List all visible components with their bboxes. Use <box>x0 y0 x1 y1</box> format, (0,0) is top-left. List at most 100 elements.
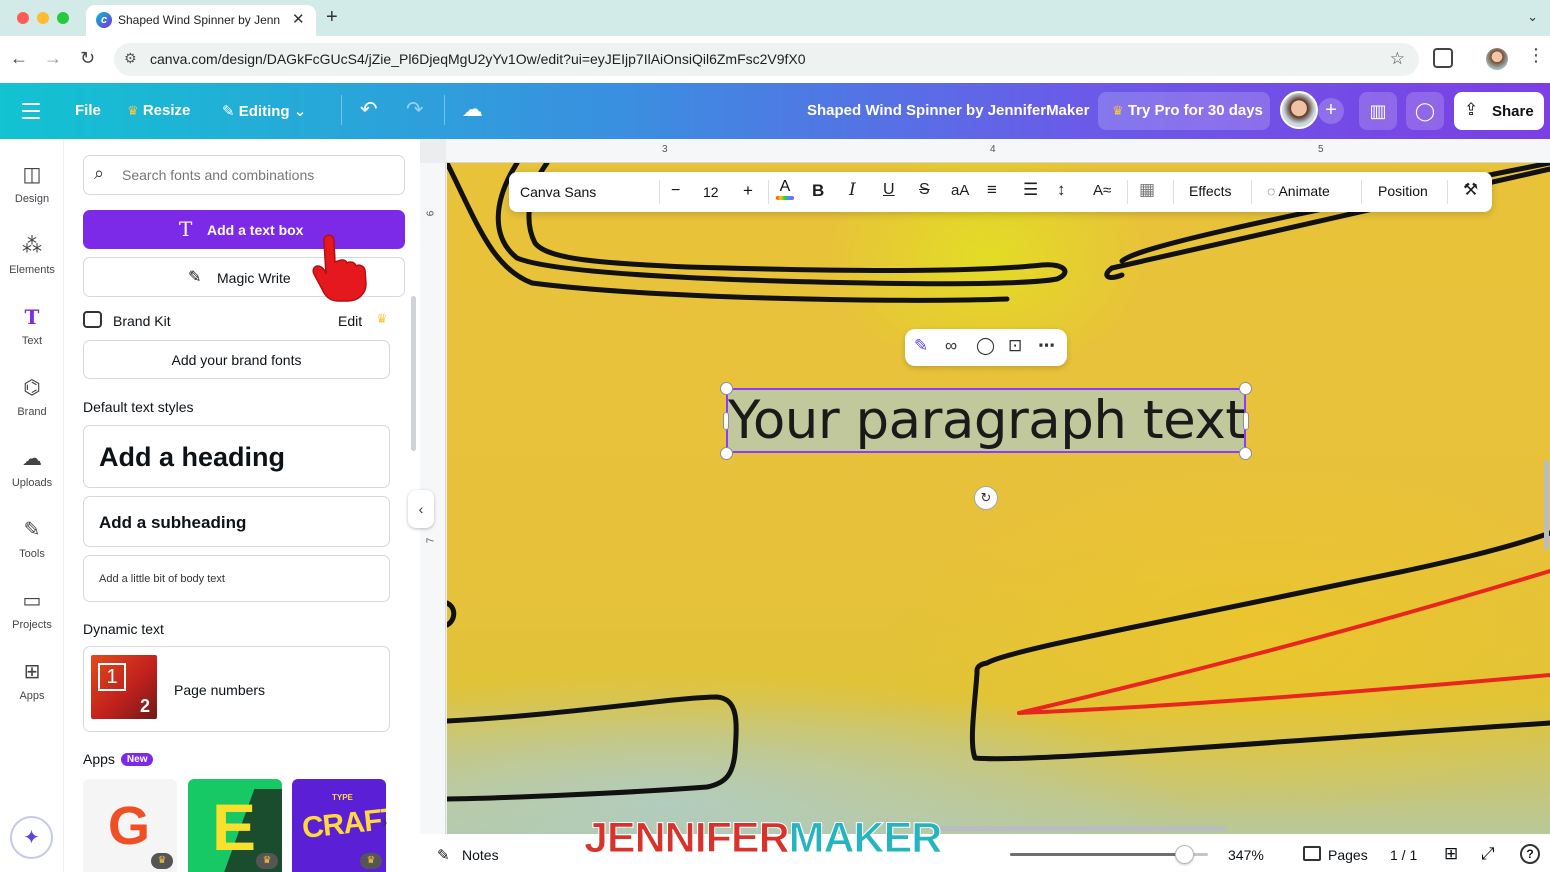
rotate-handle-icon[interactable]: ↻ <box>974 486 998 510</box>
add-body-text-button[interactable]: Add a little bit of body text <box>83 555 390 602</box>
resize-handle-left[interactable] <box>723 412 729 430</box>
browser-menu-icon[interactable]: ⋮ <box>1527 45 1545 66</box>
user-avatar[interactable] <box>1280 91 1318 129</box>
effects-button[interactable]: Effects <box>1189 183 1232 199</box>
reload-icon[interactable]: ↻ <box>80 48 95 69</box>
brand-kit-edit-link[interactable]: Edit <box>338 313 362 329</box>
selected-text-box[interactable]: Your paragraph text <box>726 388 1246 453</box>
decrease-size-icon[interactable]: − <box>671 182 680 200</box>
design-page[interactable] <box>447 163 1550 834</box>
help-icon[interactable]: ? <box>1520 844 1540 864</box>
main-menu-icon[interactable] <box>22 103 40 124</box>
browser-tab[interactable]: c Shaped Wind Spinner by Jenn ✕ <box>86 5 316 36</box>
bulleted-list-icon[interactable]: ☰ <box>1023 180 1038 200</box>
cloud-upload-icon: ☁ <box>22 448 42 470</box>
document-title[interactable]: Shaped Wind Spinner by JenniferMaker <box>807 102 1089 119</box>
back-arrow-icon[interactable]: ← <box>10 48 28 69</box>
notes-icon[interactable]: ✎ <box>437 846 450 864</box>
paragraph-text[interactable]: Your paragraph text <box>728 390 1244 451</box>
font-family-dropdown[interactable]: Canva Sans <box>511 176 653 208</box>
resize-handle-top-left[interactable] <box>720 382 733 395</box>
notes-button[interactable]: Notes <box>462 847 499 863</box>
add-subheading-button[interactable]: Add a subheading <box>83 496 390 547</box>
add-heading-button[interactable]: Add a heading <box>83 425 390 488</box>
invite-plus-button[interactable]: + <box>1318 98 1344 124</box>
insights-chart-button[interactable]: ▥ <box>1359 92 1397 130</box>
transparency-icon[interactable]: ▦ <box>1139 180 1155 200</box>
tab-close-icon[interactable]: ✕ <box>292 10 305 28</box>
extensions-icon[interactable] <box>1433 48 1453 68</box>
undo-icon[interactable]: ↶ <box>360 97 378 122</box>
fullscreen-icon[interactable]: ⤢ <box>1481 844 1495 864</box>
resize-handle-right[interactable] <box>1243 412 1249 430</box>
increase-size-icon[interactable]: + <box>743 181 753 201</box>
text-color-button[interactable]: A <box>776 178 794 200</box>
add-comment-icon[interactable]: ◯ <box>976 336 995 356</box>
forward-arrow-icon[interactable]: → <box>44 48 62 69</box>
apps-next-chevron-icon[interactable]: › <box>382 814 387 832</box>
text-effects-style-icon[interactable]: A≈ <box>1093 182 1111 199</box>
pages-button[interactable]: Pages <box>1328 847 1368 863</box>
bookmark-star-icon[interactable]: ☆ <box>1390 49 1405 69</box>
copy-style-paint-roller-icon[interactable]: ⚒ <box>1463 180 1478 200</box>
rail-item-apps[interactable]: ⊞ Apps <box>0 658 64 724</box>
font-size-value[interactable]: 12 <box>703 184 719 200</box>
rail-item-brand[interactable]: ⌬ Brand <box>0 374 64 440</box>
add-brand-fonts-button[interactable]: Add your brand fonts <box>83 340 390 379</box>
magic-edit-icon[interactable]: ✎ <box>914 336 928 356</box>
spacing-icon[interactable]: ↕ <box>1057 180 1066 200</box>
page-numbers-card[interactable]: 1 2 Page numbers <box>83 646 390 732</box>
font-size-stepper[interactable]: − 12 + <box>657 176 763 208</box>
cloud-saved-icon[interactable]: ☁ <box>462 97 483 122</box>
resize-handle-bottom-right[interactable] <box>1239 447 1252 460</box>
site-settings-icon[interactable]: ⚙ <box>124 50 137 67</box>
panel-scrollbar[interactable] <box>411 296 416 451</box>
app-tile-g[interactable]: G ♛ <box>83 779 177 872</box>
letter-case-icon[interactable]: aA <box>951 182 969 199</box>
collapse-panel-chevron-icon[interactable]: ‹ <box>408 490 434 528</box>
resize-handle-bottom-left[interactable] <box>720 447 733 460</box>
position-button[interactable]: Position <box>1378 183 1428 199</box>
animate-button[interactable]: ◌ Animate <box>1267 183 1330 199</box>
app-tile-craft[interactable]: TYPE CRAFT ♛ <box>292 779 386 872</box>
bold-icon[interactable]: B <box>812 181 824 201</box>
address-bar[interactable]: ⚙ canva.com/design/DAGkFcGUcS4/jZie_Pl6D… <box>114 43 1419 76</box>
redo-icon[interactable]: ↷ <box>406 97 424 122</box>
app-tile-e[interactable]: E ♛ <box>188 779 282 872</box>
tab-search-chevron-icon[interactable]: ⌄ <box>1527 9 1538 25</box>
rail-item-design[interactable]: ◫ Design <box>0 161 64 227</box>
new-tab-button[interactable]: + <box>326 6 338 29</box>
zoom-slider-knob[interactable] <box>1175 845 1195 864</box>
share-button[interactable]: ⇪ Share <box>1454 92 1544 130</box>
brand-kit-icon <box>83 311 102 328</box>
rail-item-tools[interactable]: ✎ Tools <box>0 516 64 582</box>
canvas-vertical-scrollbar[interactable] <box>1544 460 1549 550</box>
rail-item-elements[interactable]: ⁂ Elements <box>0 232 64 298</box>
file-menu[interactable]: File <box>75 102 101 119</box>
italic-icon[interactable]: I <box>849 180 856 200</box>
zoom-slider[interactable] <box>1010 845 1208 864</box>
link-icon[interactable]: ∞ <box>945 336 957 356</box>
font-search-input[interactable]: ⌕ Search fonts and combinations <box>83 155 405 195</box>
magic-assistant-button[interactable]: ✦ <box>10 816 53 859</box>
close-window-button[interactable] <box>17 12 29 24</box>
browser-profile-avatar[interactable] <box>1486 48 1508 70</box>
minimize-window-button[interactable] <box>37 12 49 24</box>
underline-icon[interactable]: U <box>883 181 895 199</box>
rail-item-text[interactable]: T Text <box>0 303 64 369</box>
more-options-icon[interactable]: ⋯ <box>1038 336 1055 356</box>
resize-button[interactable]: ♛ Resize <box>127 102 190 119</box>
strikethrough-icon[interactable]: S <box>919 181 930 199</box>
comments-button[interactable]: ◯ <box>1406 92 1444 130</box>
resize-handle-top-right[interactable] <box>1239 382 1252 395</box>
align-center-icon[interactable]: ≡ <box>987 180 997 200</box>
maximize-window-button[interactable] <box>57 12 69 24</box>
editing-mode-button[interactable]: ✎ Editing ⌄ <box>222 102 306 120</box>
lock-icon[interactable]: ⊡ <box>1008 336 1022 356</box>
rail-item-projects[interactable]: ▭ Projects <box>0 587 64 653</box>
try-pro-button[interactable]: ♛ Try Pro for 30 days <box>1098 92 1270 130</box>
canvas-horizontal-scrollbar[interactable] <box>940 826 1226 831</box>
rail-item-uploads[interactable]: ☁ Uploads <box>0 445 64 511</box>
grid-view-icon[interactable]: ⊞ <box>1444 844 1458 864</box>
zoom-level[interactable]: 347% <box>1228 847 1264 863</box>
